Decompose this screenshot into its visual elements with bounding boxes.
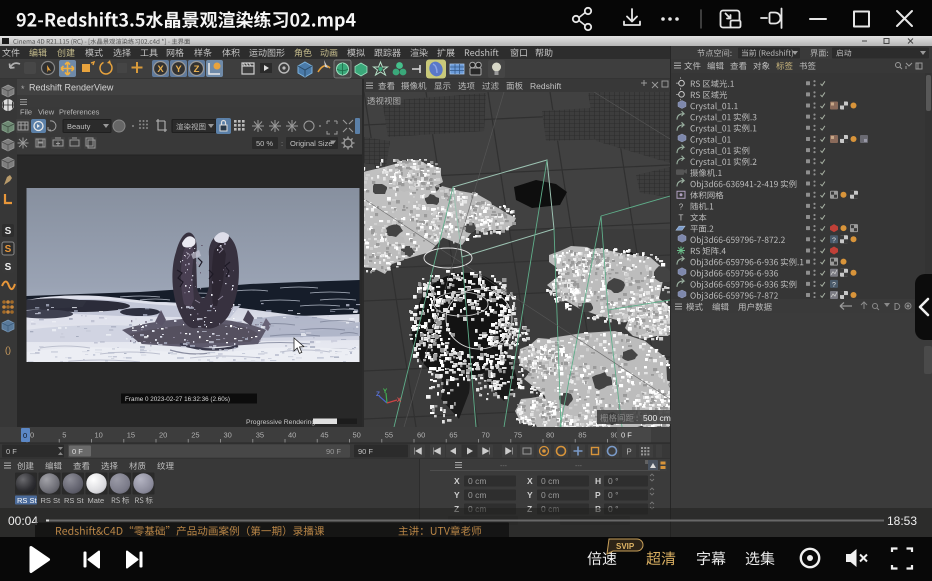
- svg-text:50 %: 50 %: [256, 139, 273, 148]
- svg-text:0 cm: 0 cm: [541, 476, 559, 486]
- svg-text:Redshift: Redshift: [530, 81, 562, 91]
- svg-text:View: View: [38, 108, 55, 117]
- svg-text:0 °: 0 °: [608, 490, 619, 500]
- svg-text:80: 80: [546, 431, 554, 440]
- svg-text:---: ---: [575, 463, 583, 470]
- svg-text:60: 60: [417, 431, 425, 440]
- svg-text::: :: [281, 139, 283, 148]
- svg-text:Z: Z: [376, 391, 380, 398]
- svg-text:RS St: RS St: [64, 496, 85, 505]
- svg-text:30: 30: [224, 431, 232, 440]
- svg-text:Mate: Mate: [88, 496, 105, 505]
- svg-text:S: S: [5, 262, 12, 273]
- svg-text:35: 35: [256, 431, 264, 440]
- svg-text:0 F: 0 F: [621, 431, 632, 440]
- svg-text:0 cm: 0 cm: [541, 490, 559, 500]
- svg-text:500 cm: 500 cm: [643, 413, 671, 423]
- svg-text:0 F: 0 F: [6, 447, 17, 456]
- svg-text:?: ?: [832, 237, 836, 244]
- svg-text:Y: Y: [527, 490, 533, 500]
- svg-text:Beauty: Beauty: [67, 122, 91, 131]
- svg-text:Z: Z: [194, 64, 200, 75]
- svg-text:H: H: [595, 476, 601, 486]
- svg-text:45: 45: [320, 431, 328, 440]
- svg-text:P: P: [595, 490, 601, 500]
- svg-text:Frame 0 2023-02-27 16:32:: Frame 0 2023-02-27 16:32:36 (2.60s): [125, 396, 230, 403]
- svg-text:?: ?: [679, 202, 684, 211]
- svg-text:15: 15: [127, 431, 135, 440]
- svg-text:0 F: 0 F: [72, 447, 83, 456]
- svg-text:---: ---: [500, 463, 508, 470]
- svg-text:65: 65: [449, 431, 457, 440]
- svg-text:0: 0: [30, 431, 34, 440]
- svg-text:Progressive Rendering: Progressive Rendering: [246, 419, 315, 426]
- svg-text:00:04: 00:04: [8, 514, 38, 528]
- svg-text:X: X: [397, 397, 402, 404]
- svg-text:25: 25: [191, 431, 199, 440]
- svg-text:S: S: [5, 226, 12, 237]
- svg-text:85: 85: [578, 431, 586, 440]
- svg-text:Y: Y: [454, 490, 460, 500]
- svg-text:0: 0: [23, 431, 27, 440]
- svg-text:Redshift RenderView: Redshift RenderView: [29, 83, 114, 93]
- svg-text:90 F: 90 F: [326, 447, 341, 456]
- svg-text:75: 75: [514, 431, 522, 440]
- svg-text:40: 40: [288, 431, 296, 440]
- svg-text:20: 20: [159, 431, 167, 440]
- svg-text:70: 70: [482, 431, 490, 440]
- svg-text:*: *: [21, 84, 25, 94]
- svg-text:0 °: 0 °: [608, 476, 619, 486]
- svg-text:?: ?: [832, 282, 836, 289]
- svg-text:0 cm: 0 cm: [468, 490, 486, 500]
- svg-text:90 F: 90 F: [358, 447, 373, 456]
- svg-text:X: X: [454, 476, 460, 486]
- svg-text:SVIP: SVIP: [616, 542, 635, 551]
- svg-text:RS St: RS St: [17, 496, 38, 505]
- svg-text:Y: Y: [383, 388, 388, 395]
- svg-text:18:53: 18:53: [887, 514, 917, 528]
- svg-text:X: X: [527, 476, 533, 486]
- svg-text:Preferences: Preferences: [59, 108, 100, 117]
- svg-text:(): (): [5, 345, 11, 355]
- svg-text:P: P: [626, 448, 631, 457]
- svg-text:X: X: [157, 64, 164, 75]
- svg-text:T: T: [679, 214, 684, 223]
- svg-text:10: 10: [95, 431, 103, 440]
- svg-text:S: S: [5, 244, 12, 255]
- svg-text:File: File: [20, 108, 32, 117]
- svg-text:0 cm: 0 cm: [468, 476, 486, 486]
- svg-text:RS St: RS St: [41, 496, 62, 505]
- svg-text:55: 55: [385, 431, 393, 440]
- svg-text:Y: Y: [175, 64, 182, 75]
- svg-text:50: 50: [353, 431, 361, 440]
- svg-text:Original Size: Original Size: [290, 139, 333, 148]
- svg-text:5: 5: [62, 431, 66, 440]
